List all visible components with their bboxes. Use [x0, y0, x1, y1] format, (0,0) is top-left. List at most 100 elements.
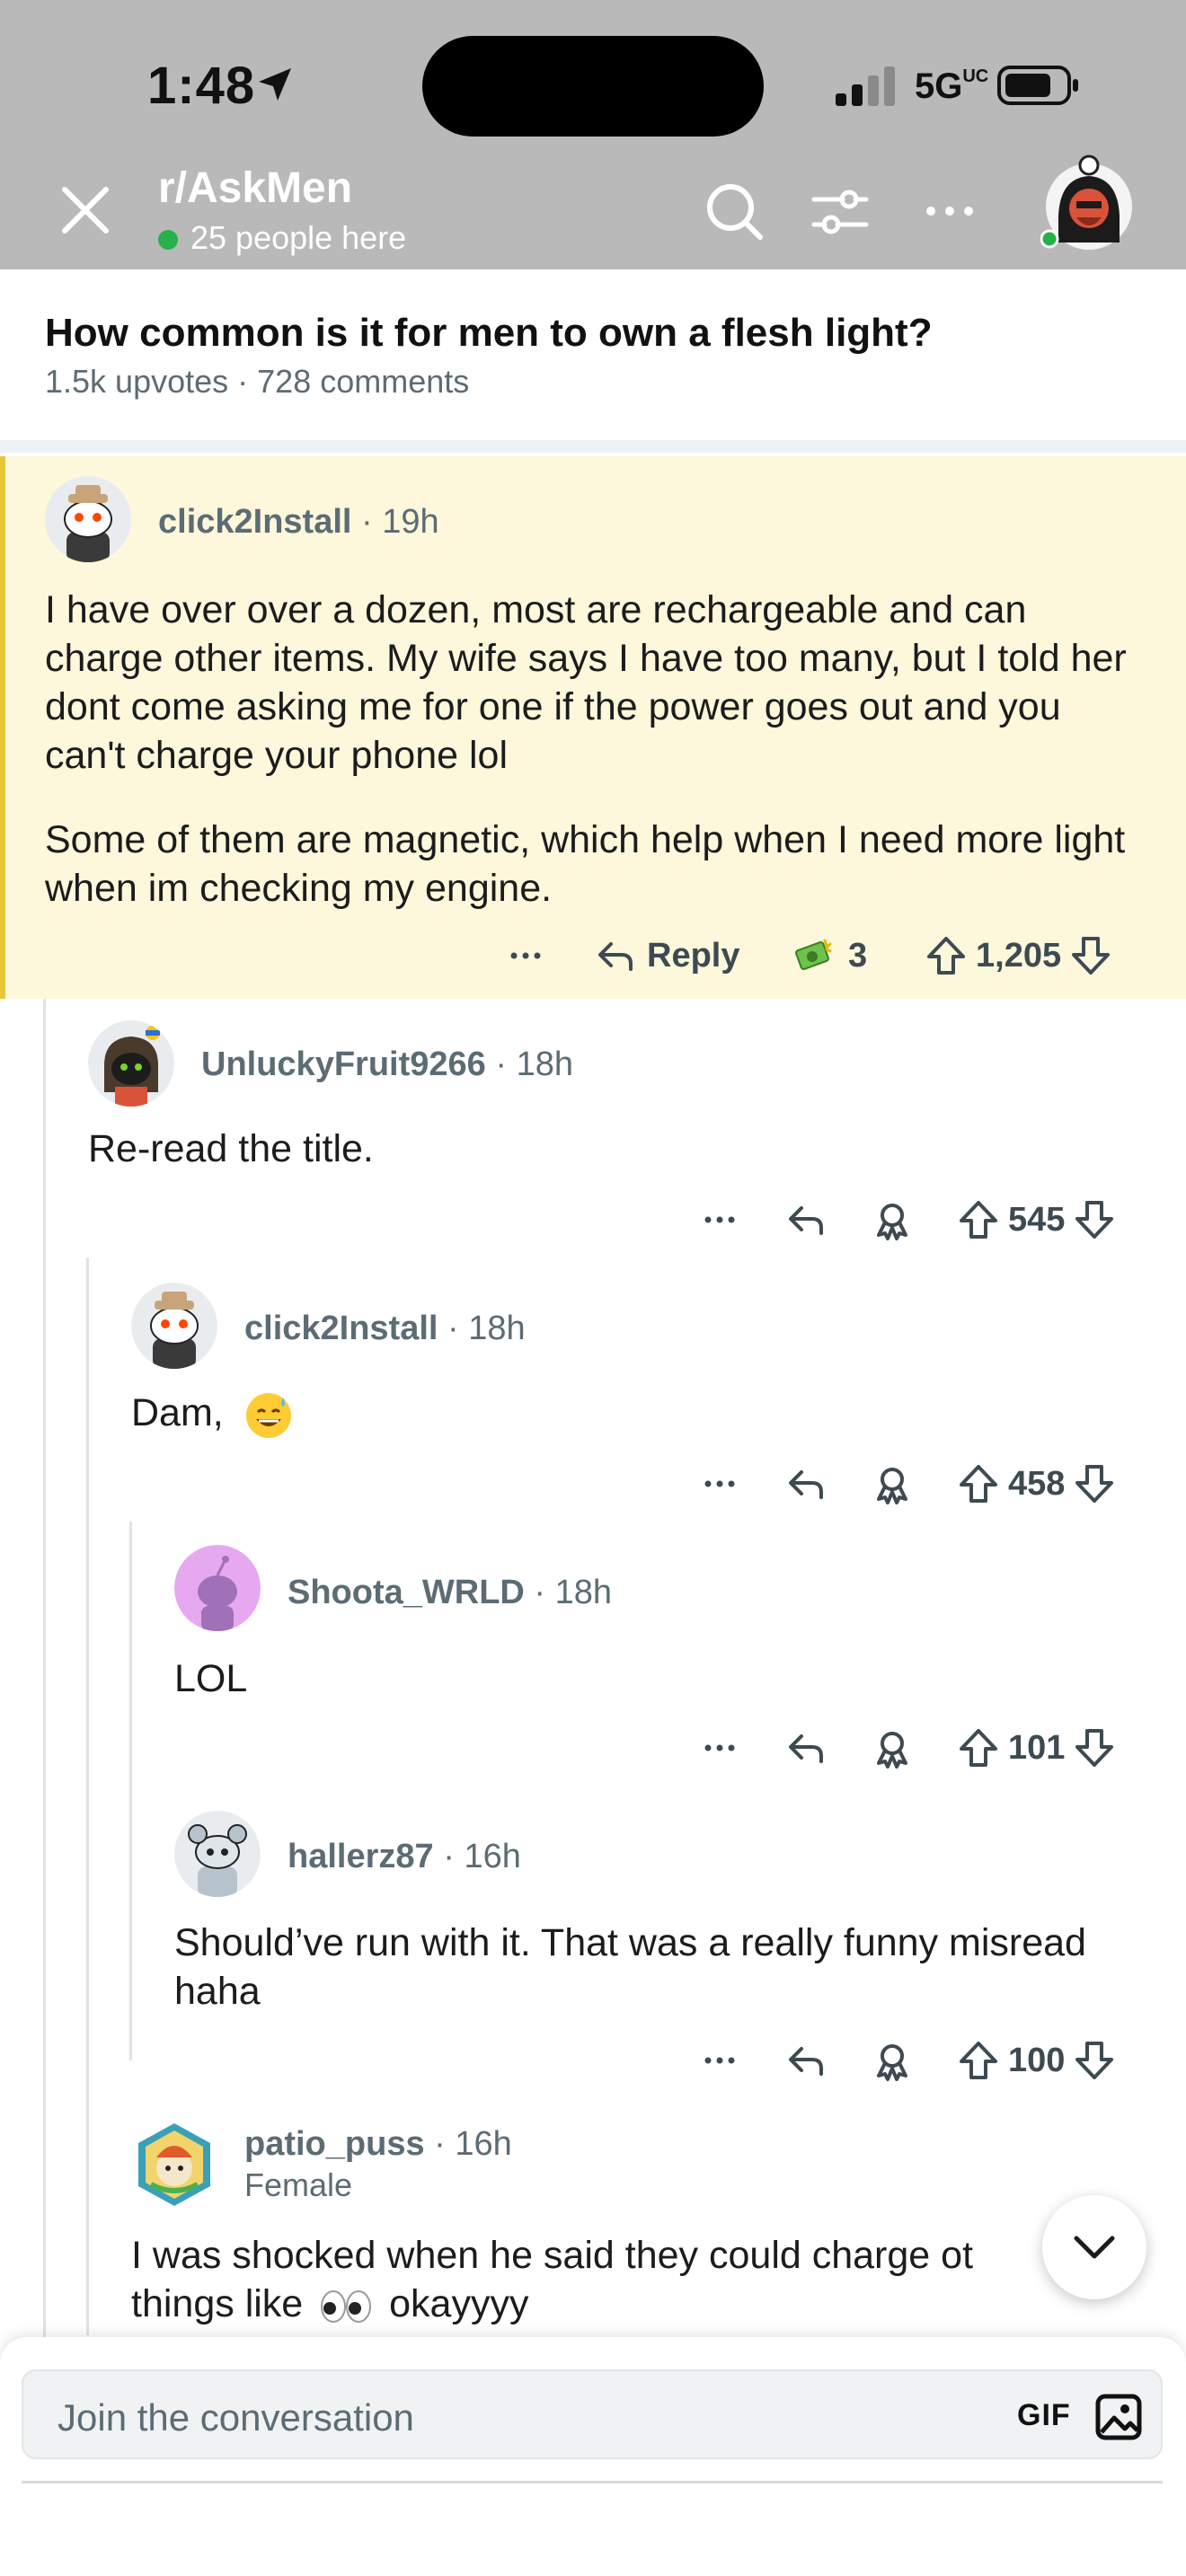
sort-filter-icon[interactable] — [809, 180, 872, 243]
downvote-icon[interactable] — [1072, 1461, 1117, 1506]
close-icon[interactable] — [59, 184, 111, 236]
more-icon — [510, 952, 541, 959]
award-button[interactable] — [870, 1455, 915, 1513]
more-icon — [704, 1216, 735, 1223]
downvote-icon[interactable] — [1072, 1725, 1117, 1770]
comment-more-button[interactable] — [503, 927, 548, 984]
upvote-icon[interactable] — [956, 1197, 1001, 1242]
comment-more-button[interactable] — [697, 1455, 742, 1513]
location-arrow-icon — [259, 68, 291, 101]
more-options-icon[interactable] — [918, 180, 981, 243]
comment-author[interactable]: patio_puss · 16h — [244, 2125, 512, 2164]
comment-author[interactable]: UnluckyFruit9266 · 18h — [201, 1045, 573, 1084]
reply-icon — [598, 942, 633, 971]
dynamic-island — [422, 36, 764, 137]
eyes-emoji — [321, 2289, 372, 2323]
vote-controls: 545 — [956, 1191, 1117, 1248]
comment-score: 100 — [1008, 2041, 1066, 2079]
comment-more-button[interactable] — [697, 1719, 742, 1777]
comment-body: LOL — [174, 1657, 248, 1700]
post-meta: 1.5k upvotes · 728 comments — [45, 363, 470, 400]
more-icon — [704, 2057, 735, 2064]
online-count: 25 people here — [190, 219, 407, 256]
reply-button[interactable]: Reply — [593, 927, 739, 984]
comment-score: 458 — [1008, 1464, 1066, 1503]
vote-controls: 101 — [956, 1719, 1117, 1777]
gif-button[interactable]: GIF — [1017, 2398, 1071, 2433]
avatar[interactable] — [131, 1283, 217, 1369]
comment-author[interactable]: Shoota_WRLD · 18h — [288, 1574, 612, 1612]
reply-icon — [789, 1734, 823, 1763]
downvote-icon[interactable] — [1072, 1197, 1117, 1242]
more-icon — [704, 1480, 735, 1487]
comment-author[interactable]: click2Install · 19h — [158, 503, 439, 542]
award-icon — [877, 2044, 907, 2081]
award-money-icon — [795, 939, 832, 970]
avatar[interactable] — [174, 1811, 261, 1897]
avatar[interactable] — [45, 476, 131, 562]
status-time: 1:48 — [147, 57, 256, 115]
upvote-icon[interactable] — [924, 933, 969, 978]
online-indicator — [158, 230, 178, 250]
comment-score: 1,205 — [976, 936, 1062, 975]
reply-button[interactable] — [783, 1719, 828, 1777]
reply-button[interactable] — [783, 1191, 828, 1248]
reply-button[interactable] — [783, 2032, 828, 2089]
downvote-icon[interactable] — [1068, 933, 1113, 978]
downvote-icon[interactable] — [1072, 2038, 1117, 2083]
award-button[interactable] — [870, 1191, 915, 1248]
search-icon[interactable] — [703, 180, 766, 243]
divider — [0, 440, 1186, 453]
thread-line — [43, 999, 46, 2337]
scroll-down-button[interactable] — [1042, 2195, 1146, 2299]
signal-icon — [836, 66, 895, 106]
comment-input[interactable]: Join the conversation GIF — [22, 2369, 1163, 2459]
upvote-icon[interactable] — [956, 2038, 1001, 2083]
vote-controls: 1,205 — [924, 927, 1113, 984]
subreddit-title[interactable]: r/AskMen — [158, 163, 352, 213]
comment-input-placeholder: Join the conversation — [58, 2396, 414, 2439]
upvote-icon[interactable] — [956, 1461, 1001, 1506]
post-title[interactable]: How common is it for men to own a flesh … — [45, 311, 933, 356]
divider — [22, 2481, 1163, 2483]
award-icon — [877, 1732, 907, 1769]
vote-controls: 458 — [956, 1455, 1117, 1513]
comment-body: I have over over a dozen, most are recha… — [45, 588, 1127, 910]
comment-body: I was shocked when he said they could ch… — [131, 2234, 974, 2325]
reply-icon — [789, 2047, 823, 2076]
comment-score: 545 — [1008, 1200, 1066, 1239]
upvote-icon[interactable] — [956, 1725, 1001, 1770]
app-header: 1:48 5GUC r/AskMen 25 people here — [0, 0, 1186, 269]
reply-icon — [789, 1206, 823, 1235]
thread-line — [86, 1257, 89, 2335]
grinning-sweat-emoji — [245, 1392, 291, 1438]
vote-controls: 100 — [956, 2032, 1117, 2089]
comment-body: Re-read the title. — [88, 1127, 374, 1170]
comment-more-button[interactable] — [697, 1191, 742, 1248]
comment-count: 728 comments — [257, 363, 470, 400]
comment-body: Dam, — [131, 1389, 1146, 1441]
comment-more-button[interactable] — [697, 2032, 742, 2089]
award-button[interactable] — [870, 1719, 915, 1777]
comment-author[interactable]: click2Install · 18h — [244, 1310, 526, 1348]
reply-icon — [789, 1470, 823, 1499]
battery-icon — [997, 66, 1078, 105]
comment-score: 101 — [1008, 1728, 1066, 1767]
avatar[interactable] — [88, 1020, 174, 1107]
upvote-count: 1.5k upvotes — [45, 363, 229, 400]
reply-button[interactable] — [783, 1455, 828, 1513]
thread-line — [129, 1522, 132, 2060]
avatar[interactable] — [174, 1545, 261, 1631]
avatar[interactable] — [131, 2122, 217, 2208]
award-button[interactable]: 3 — [791, 927, 867, 984]
award-button[interactable] — [870, 2032, 915, 2089]
network-label: 5GUC — [915, 66, 989, 106]
user-avatar[interactable] — [1040, 153, 1134, 253]
image-icon[interactable] — [1094, 2393, 1143, 2441]
comment-author[interactable]: hallerz87 · 16h — [288, 1838, 521, 1876]
award-icon — [877, 1204, 907, 1240]
more-icon — [704, 1744, 735, 1751]
chevron-down-icon — [1074, 2236, 1115, 2259]
comment-composer: Join the conversation GIF — [0, 2337, 1186, 2576]
award-icon — [877, 1468, 907, 1504]
